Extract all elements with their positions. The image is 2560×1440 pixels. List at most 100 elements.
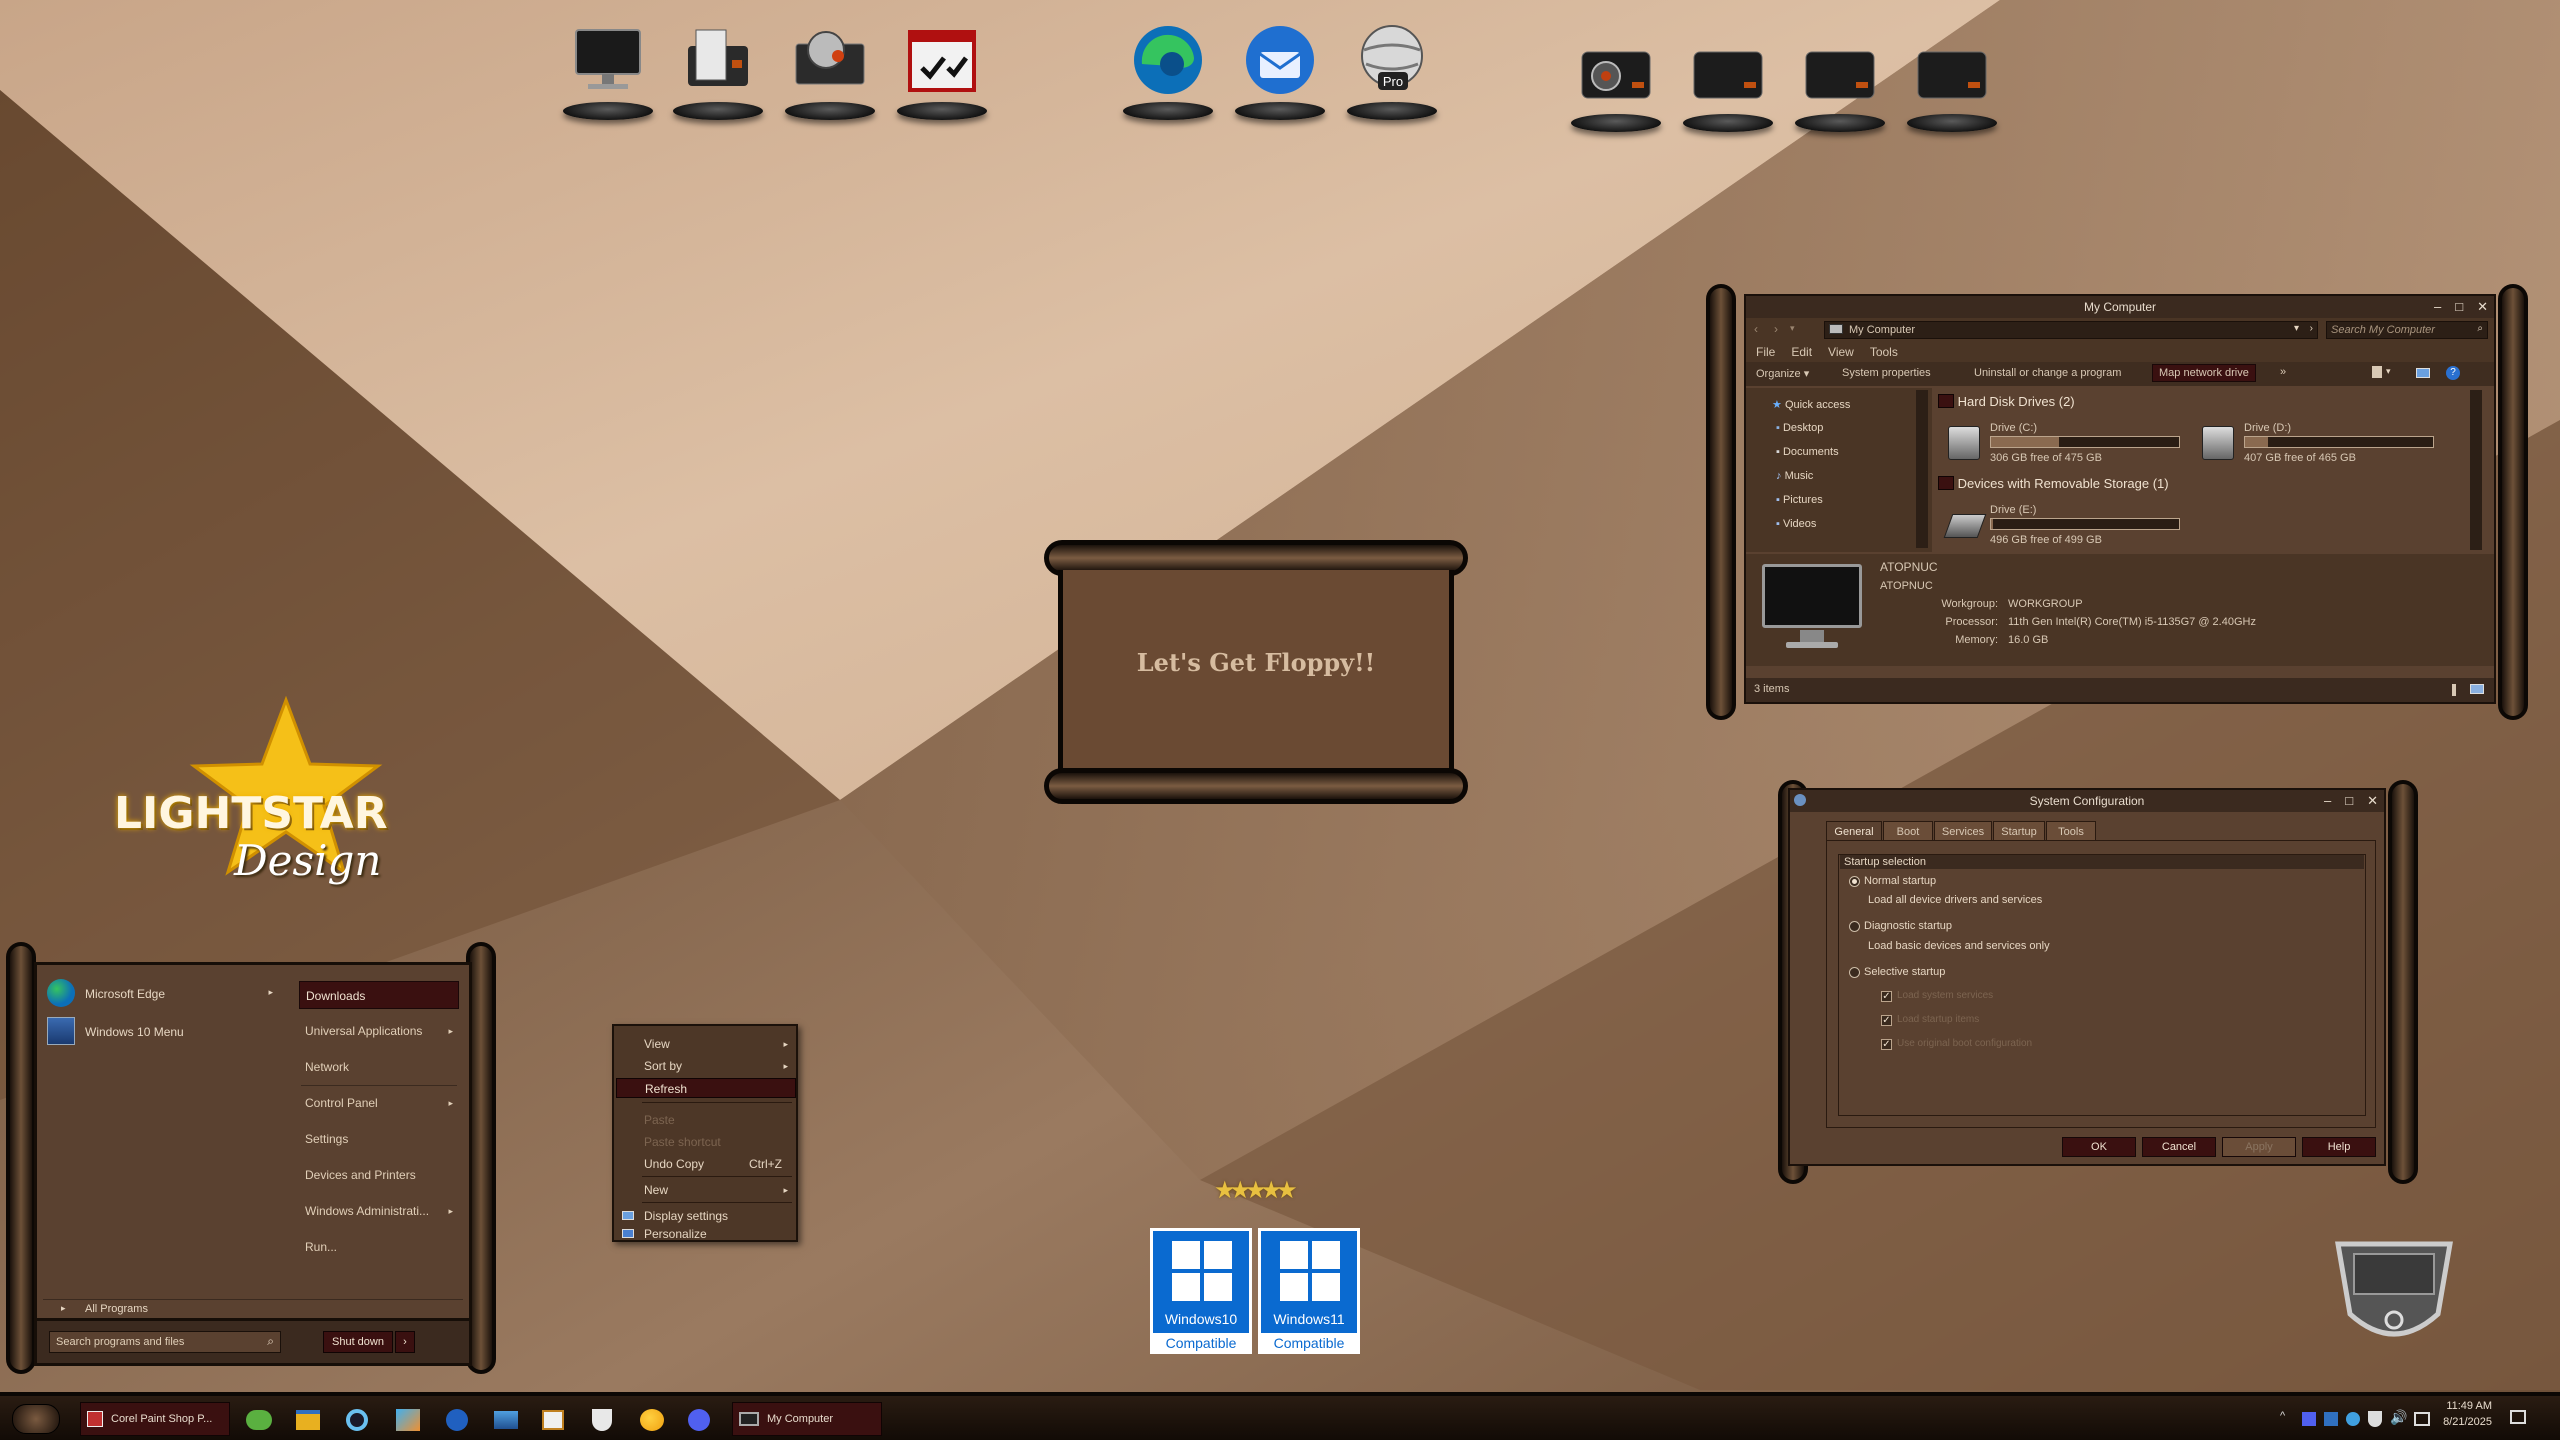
ctx-refresh[interactable]: Refresh xyxy=(616,1078,796,1098)
ctx-view[interactable]: View ▸ xyxy=(616,1034,796,1054)
taskbar-item-corel[interactable]: Corel Paint Shop P... xyxy=(80,1402,230,1436)
green-cloud-app-icon[interactable] xyxy=(246,1406,274,1434)
ctx-display-settings[interactable]: Display settings xyxy=(616,1206,796,1226)
selective-startup-label[interactable]: Selective startup xyxy=(1864,966,1945,978)
start-button[interactable] xyxy=(12,1404,60,1434)
settings-ring-icon[interactable] xyxy=(346,1406,374,1434)
microsoft-edge-icon[interactable] xyxy=(1118,10,1218,120)
computer-icon[interactable] xyxy=(558,10,658,120)
tray-app-icon[interactable] xyxy=(2346,1412,2360,1426)
start-all-programs[interactable]: ▸ All Programs xyxy=(43,1299,463,1317)
start-downloads[interactable]: Downloads xyxy=(299,981,459,1009)
search-icon[interactable]: ⌕ xyxy=(267,1334,274,1349)
nav-music[interactable]: ♪ Music xyxy=(1776,470,1813,482)
file-explorer-icon[interactable] xyxy=(296,1406,324,1434)
tray-app-icon[interactable] xyxy=(2324,1412,2338,1426)
address-dropdown-icon[interactable]: ▾ xyxy=(2294,323,2299,334)
normal-startup-radio[interactable] xyxy=(1849,876,1860,887)
cancel-button[interactable]: Cancel xyxy=(2142,1137,2216,1157)
menu-file[interactable]: File xyxy=(1748,345,1783,359)
minimize-icon[interactable]: – xyxy=(2434,296,2441,318)
start-control-panel[interactable]: Control Panel ▸ xyxy=(299,1089,459,1117)
start-run[interactable]: Run... xyxy=(299,1233,459,1261)
address-go-icon[interactable]: › xyxy=(2310,323,2313,334)
drive-icon[interactable] xyxy=(1678,22,1778,132)
recycle-bin-icon[interactable] xyxy=(2332,1236,2456,1346)
start-windows-admin[interactable]: Windows Administrati... ▸ xyxy=(299,1197,459,1225)
forward-icon[interactable]: › xyxy=(1774,322,1778,336)
volume-icon[interactable]: 🔊 xyxy=(2390,1409,2407,1426)
system-properties-button[interactable]: System properties xyxy=(1842,367,1931,379)
back-icon[interactable]: ‹ xyxy=(1754,322,1758,336)
search-icon[interactable]: ⌕ xyxy=(2477,323,2483,334)
weather-icon[interactable] xyxy=(640,1406,668,1434)
uninstall-program-button[interactable]: Uninstall or change a program xyxy=(1974,367,2121,379)
start-pinned-edge[interactable]: Microsoft Edge ▸ xyxy=(47,979,277,1009)
notifications-icon[interactable] xyxy=(2510,1410,2526,1424)
menu-view[interactable]: View xyxy=(1820,345,1862,359)
tab-boot[interactable]: Boot xyxy=(1883,821,1933,841)
maximize-icon[interactable]: □ xyxy=(2345,790,2353,812)
start-pinned-win10menu[interactable]: Windows 10 Menu xyxy=(47,1017,277,1047)
drive-e[interactable]: Drive (E:) 496 GB free of 499 GB xyxy=(1943,504,2198,546)
view-options-icon[interactable] xyxy=(2372,366,2382,378)
thunderbird-icon[interactable] xyxy=(1230,10,1330,120)
tab-general[interactable]: General xyxy=(1826,821,1882,841)
drive-d[interactable]: Drive (D:) 407 GB free of 465 GB xyxy=(2202,422,2452,464)
nav-pictures[interactable]: ▪ Pictures xyxy=(1776,494,1823,506)
ctx-undo-copy[interactable]: Undo Copy Ctrl+Z xyxy=(616,1154,796,1174)
drive-icon[interactable] xyxy=(1790,22,1890,132)
view-dropdown-icon[interactable]: ▾ xyxy=(2386,366,2391,377)
photos-app-icon[interactable] xyxy=(396,1406,424,1434)
map-network-drive-button[interactable]: Map network drive xyxy=(2152,364,2256,382)
ctx-paste-shortcut[interactable]: Paste shortcut xyxy=(616,1132,796,1152)
cursor-app-icon[interactable] xyxy=(446,1406,474,1434)
menu-tools[interactable]: Tools xyxy=(1862,345,1906,359)
ctx-paste[interactable]: Paste xyxy=(616,1110,796,1130)
nav-desktop[interactable]: ▪ Desktop xyxy=(1776,422,1823,434)
show-hidden-icons-icon[interactable]: ^ xyxy=(2280,1410,2285,1422)
diagnostic-startup-label[interactable]: Diagnostic startup xyxy=(1864,920,1952,932)
taskbar-item-mycomputer[interactable]: My Computer xyxy=(732,1402,882,1436)
ctx-personalize[interactable]: Personalize xyxy=(616,1224,796,1244)
clock[interactable]: 11:49 AM 8/21/2025 xyxy=(2436,1400,2492,1438)
start-network[interactable]: Network xyxy=(299,1053,459,1081)
shutdown-button[interactable]: Shut down xyxy=(323,1331,393,1353)
preview-pane-icon[interactable] xyxy=(2416,368,2430,378)
start-universal-apps[interactable]: Universal Applications ▸ xyxy=(299,1017,459,1045)
tab-services[interactable]: Services xyxy=(1934,821,1992,841)
security-shield-icon[interactable] xyxy=(592,1406,620,1434)
tray-app-icon[interactable] xyxy=(2302,1412,2316,1426)
google-earth-pro-icon[interactable]: Pro xyxy=(1342,10,1442,120)
normal-startup-label[interactable]: Normal startup xyxy=(1864,875,1936,887)
close-icon[interactable]: ✕ xyxy=(2477,296,2488,318)
content-scrollbar[interactable] xyxy=(2470,390,2482,550)
details-view-icon[interactable] xyxy=(2452,684,2456,696)
desktop[interactable]: Pro Let's Get Floppy!! LIGHTSTAR Design xyxy=(0,0,2560,1440)
media-player-icon[interactable] xyxy=(542,1406,570,1434)
more-toolbar-button[interactable]: » xyxy=(2280,366,2286,378)
large-icons-view-icon[interactable] xyxy=(2470,684,2484,694)
apply-button[interactable]: Apply xyxy=(2222,1137,2296,1157)
start-settings[interactable]: Settings xyxy=(299,1125,459,1153)
help-button[interactable]: Help xyxy=(2302,1137,2376,1157)
drive-icon[interactable] xyxy=(1902,22,2002,132)
diagnostic-startup-radio[interactable] xyxy=(1849,921,1860,932)
nav-documents[interactable]: ▪ Documents xyxy=(1776,446,1839,458)
layers-app-icon[interactable] xyxy=(494,1406,522,1434)
nav-videos[interactable]: ▪ Videos xyxy=(1776,518,1816,530)
tab-tools[interactable]: Tools xyxy=(2046,821,2096,841)
ctx-sort-by[interactable]: Sort by ▸ xyxy=(616,1056,796,1076)
group-hdd[interactable]: Hard Disk Drives (2) xyxy=(1938,394,2075,409)
defender-shield-icon[interactable] xyxy=(2368,1411,2382,1427)
search-box[interactable]: Search My Computer ⌕ xyxy=(2326,321,2488,339)
ctx-new[interactable]: New ▸ xyxy=(616,1180,796,1200)
nav-quick-access[interactable]: ★ Quick access xyxy=(1772,398,1850,411)
close-icon[interactable]: ✕ xyxy=(2367,790,2378,812)
recent-dropdown-icon[interactable]: ▾ xyxy=(1790,323,1795,334)
document-printer-icon[interactable] xyxy=(668,10,768,120)
drive-record-icon[interactable] xyxy=(1566,22,1666,132)
address-bar[interactable]: My Computer ▾ › xyxy=(1824,321,2318,339)
menu-edit[interactable]: Edit xyxy=(1783,345,1820,359)
selective-startup-radio[interactable] xyxy=(1849,967,1860,978)
